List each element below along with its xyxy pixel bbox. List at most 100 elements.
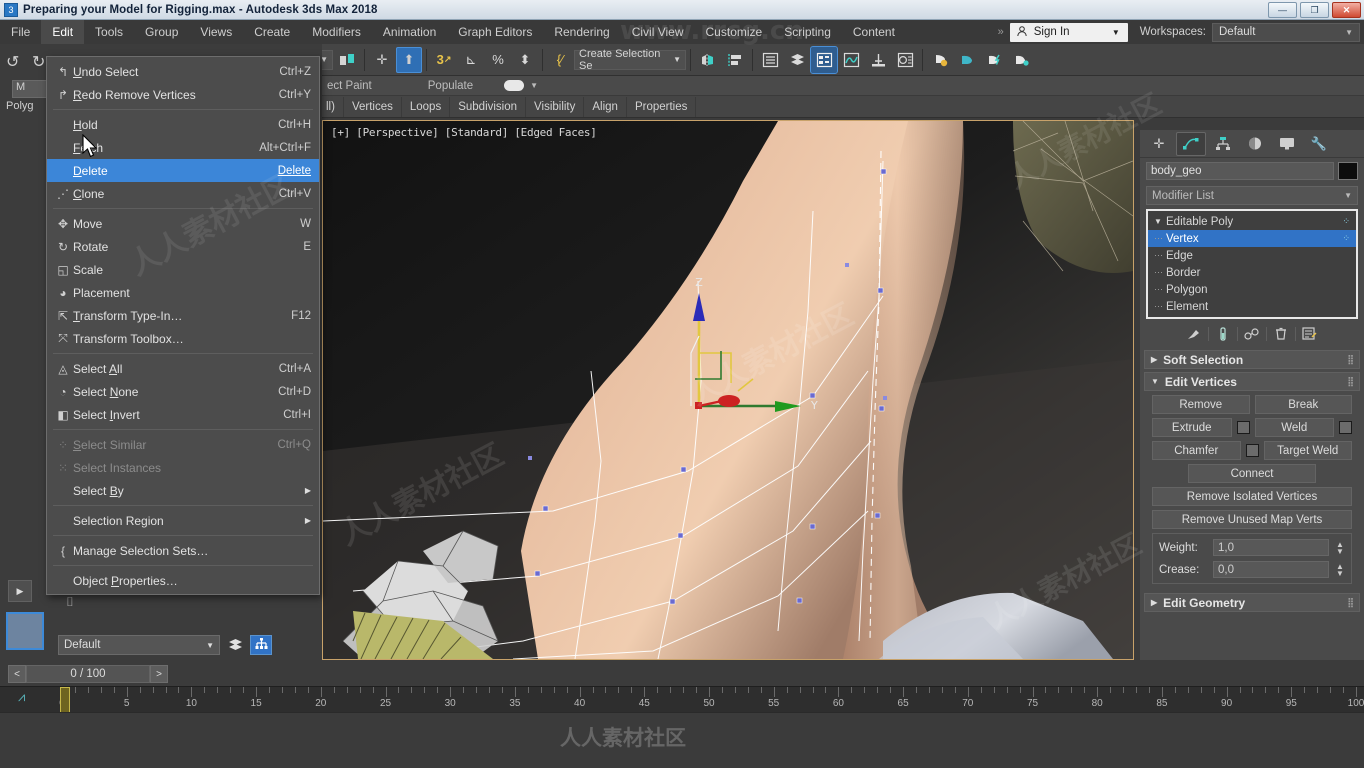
redo-icon[interactable]: ↻ xyxy=(32,52,45,72)
perspective-viewport[interactable]: [+] [Perspective] [Standard] [Edged Face… xyxy=(322,120,1134,660)
menu-graph-editors[interactable]: Graph Editors xyxy=(447,20,543,44)
rollup-header-edit-geometry[interactable]: ▶ Edit Geometry ⣿ xyxy=(1144,593,1360,612)
show-end-result-icon[interactable] xyxy=(1212,324,1234,344)
ribbon-tab-vertices[interactable]: Vertices xyxy=(344,96,402,117)
menu-item-select-all[interactable]: ◬ Select All Ctrl+A xyxy=(47,357,319,380)
crease-value[interactable]: 0,0 xyxy=(1213,561,1329,578)
menu-scripting[interactable]: Scripting xyxy=(773,20,842,44)
viewport-thumbnail[interactable] xyxy=(6,612,44,650)
rollup-header-edit-vertices[interactable]: ▼ Edit Vertices ⣿ xyxy=(1144,372,1360,391)
menu-item-scale[interactable]: ◱ Scale xyxy=(47,258,319,281)
motion-tab[interactable] xyxy=(1240,132,1270,156)
chamfer-button[interactable]: Chamfer xyxy=(1152,441,1241,460)
expand-panel-button[interactable]: ▶ xyxy=(8,580,32,602)
ribbon-tab-visibility[interactable]: Visibility xyxy=(526,96,585,117)
viewport-label[interactable]: [+] [Perspective] [Standard] [Edged Face… xyxy=(331,126,597,139)
object-color-swatch[interactable] xyxy=(1338,162,1358,180)
menu-customize[interactable]: Customize xyxy=(695,20,774,44)
menu-create[interactable]: Create xyxy=(243,20,301,44)
menu-tools[interactable]: Tools xyxy=(84,20,134,44)
menu-item-hold[interactable]: Hold Ctrl+H xyxy=(47,113,319,136)
rendered-frame-icon[interactable] xyxy=(954,47,980,73)
menu-item-select-by[interactable]: Select By ▶ xyxy=(47,479,319,502)
menu-item-transform-type-in[interactable]: ⇱ Transform Type-In… F12 xyxy=(47,304,319,327)
modifier-list-dropdown[interactable]: Modifier List ▼ xyxy=(1146,186,1358,205)
workspace-select[interactable]: Default ▼ xyxy=(1212,22,1360,42)
menu-item-object-properties[interactable]: Object Properties… xyxy=(47,569,319,592)
menu-item-selection-region[interactable]: Selection Region ▶ xyxy=(47,509,319,532)
time-slider-handle[interactable] xyxy=(60,687,70,713)
display-tab[interactable] xyxy=(1272,132,1302,156)
menu-item-clone[interactable]: ⋰ Clone Ctrl+V xyxy=(47,182,319,205)
hierarchy-tab[interactable] xyxy=(1208,132,1238,156)
make-unique-icon[interactable] xyxy=(1241,324,1263,344)
weld-settings-icon[interactable] xyxy=(1339,421,1352,434)
ribbon-tab-align[interactable]: Align xyxy=(584,96,627,117)
frame-range-value[interactable]: 0 / 100 xyxy=(26,665,150,683)
stack-item-vertex[interactable]: ⋯ Vertex ⁘ xyxy=(1148,230,1356,247)
menu-item-move[interactable]: ✥ Move W xyxy=(47,212,319,235)
spinner-arrows-icon[interactable]: ▲ ▼ xyxy=(1335,562,1345,577)
chamfer-settings-icon[interactable] xyxy=(1245,444,1259,457)
spinner-arrows-icon[interactable]: ▲ ▼ xyxy=(1335,540,1345,555)
material-editor-icon[interactable] xyxy=(892,47,918,73)
stack-item-element[interactable]: ⋯ Element xyxy=(1148,298,1356,315)
menu-group[interactable]: Group xyxy=(134,20,189,44)
layers-stack-icon[interactable] xyxy=(784,47,810,73)
remove-isolated-vertices-button[interactable]: Remove Isolated Vertices xyxy=(1152,487,1352,506)
track-view-icon[interactable]: ⩘ xyxy=(18,689,25,705)
connect-button[interactable]: Connect xyxy=(1188,464,1316,483)
timeline-ruler[interactable]: 0510152025303540455055606570758085909510… xyxy=(0,686,1364,713)
menu-overflow-icon[interactable]: » xyxy=(992,26,1010,38)
modify-tab[interactable] xyxy=(1176,131,1206,156)
remove-button[interactable]: Remove xyxy=(1152,395,1250,414)
mirror-icon[interactable] xyxy=(695,47,721,73)
schematic-view-icon[interactable] xyxy=(865,47,891,73)
close-button[interactable]: ✕ xyxy=(1332,2,1361,18)
menu-content[interactable]: Content xyxy=(842,20,906,44)
use-center-icon[interactable] xyxy=(334,47,360,73)
restore-button[interactable]: ❐ xyxy=(1300,2,1329,18)
extrude-settings-icon[interactable] xyxy=(1236,421,1250,434)
edit-named-sets-icon[interactable]: {⁄ xyxy=(547,47,573,73)
select-manipulate-icon[interactable]: ✛ xyxy=(369,47,395,73)
remove-unused-map-verts-button[interactable]: Remove Unused Map Verts xyxy=(1152,510,1352,529)
chevron-down-icon[interactable]: ▼ xyxy=(530,81,538,90)
menu-item-undo-select[interactable]: ↰ Undo Select Ctrl+Z xyxy=(47,60,319,83)
angle-snap-icon[interactable]: ⊾ xyxy=(458,47,484,73)
menu-civil-view[interactable]: Civil View xyxy=(621,20,695,44)
minimize-button[interactable]: — xyxy=(1268,2,1297,18)
weld-button[interactable]: Weld xyxy=(1254,418,1334,437)
sign-in-button[interactable]: Sign In ▼ xyxy=(1009,22,1128,42)
render-setup-icon[interactable] xyxy=(927,47,953,73)
scene-explorer-toggle-icon[interactable] xyxy=(250,635,272,655)
scene-explorer-icon[interactable] xyxy=(810,45,838,74)
viewport-canvas[interactable]: Z Y xyxy=(323,121,1133,659)
ribbon-tab-loops[interactable]: Loops xyxy=(402,96,451,117)
layers-icon[interactable] xyxy=(224,635,246,655)
snaps-3d-icon[interactable]: 3 ↗ xyxy=(431,47,457,73)
menu-rendering[interactable]: Rendering xyxy=(543,20,620,44)
ribbon-tab-properties[interactable]: Properties xyxy=(627,96,697,117)
rollup-header-soft-selection[interactable]: ▶ Soft Selection ⣿ xyxy=(1144,350,1360,369)
target-weld-button[interactable]: Target Weld xyxy=(1263,441,1352,460)
curve-editor-icon[interactable] xyxy=(838,47,864,73)
undo-icon[interactable]: ↺ xyxy=(6,52,19,72)
ribbon-object-paint[interactable]: ect Paint xyxy=(318,76,381,96)
ribbon-populate[interactable]: Populate xyxy=(419,76,482,96)
stack-item-edge[interactable]: ⋯ Edge xyxy=(1148,247,1356,264)
layer-select[interactable]: Default ▼ xyxy=(58,635,220,655)
menu-item-placement[interactable]: ◕ Placement xyxy=(47,281,319,304)
configure-sets-icon[interactable] xyxy=(1299,324,1321,344)
menu-item-select-none[interactable]: ◔ Select None Ctrl+D xyxy=(47,380,319,403)
create-tab[interactable]: ✛ xyxy=(1144,132,1174,156)
menu-file[interactable]: File xyxy=(0,20,41,44)
menu-item-select-invert[interactable]: ◧ Select Invert Ctrl+I xyxy=(47,403,319,426)
edit-menu-popup[interactable]: ↰ Undo Select Ctrl+Z ↱ Redo Remove Vertices C… xyxy=(46,56,320,595)
menu-views[interactable]: Views xyxy=(189,20,243,44)
stack-item-border[interactable]: ⋯ Border xyxy=(1148,264,1356,281)
break-button[interactable]: Break xyxy=(1254,395,1352,414)
collapse-triangle-icon[interactable]: ▼ xyxy=(1154,217,1166,226)
menu-item-fetch[interactable]: Fetch Alt+Ctrl+F xyxy=(47,136,319,159)
stack-item-polygon[interactable]: ⋯ Polygon xyxy=(1148,281,1356,298)
